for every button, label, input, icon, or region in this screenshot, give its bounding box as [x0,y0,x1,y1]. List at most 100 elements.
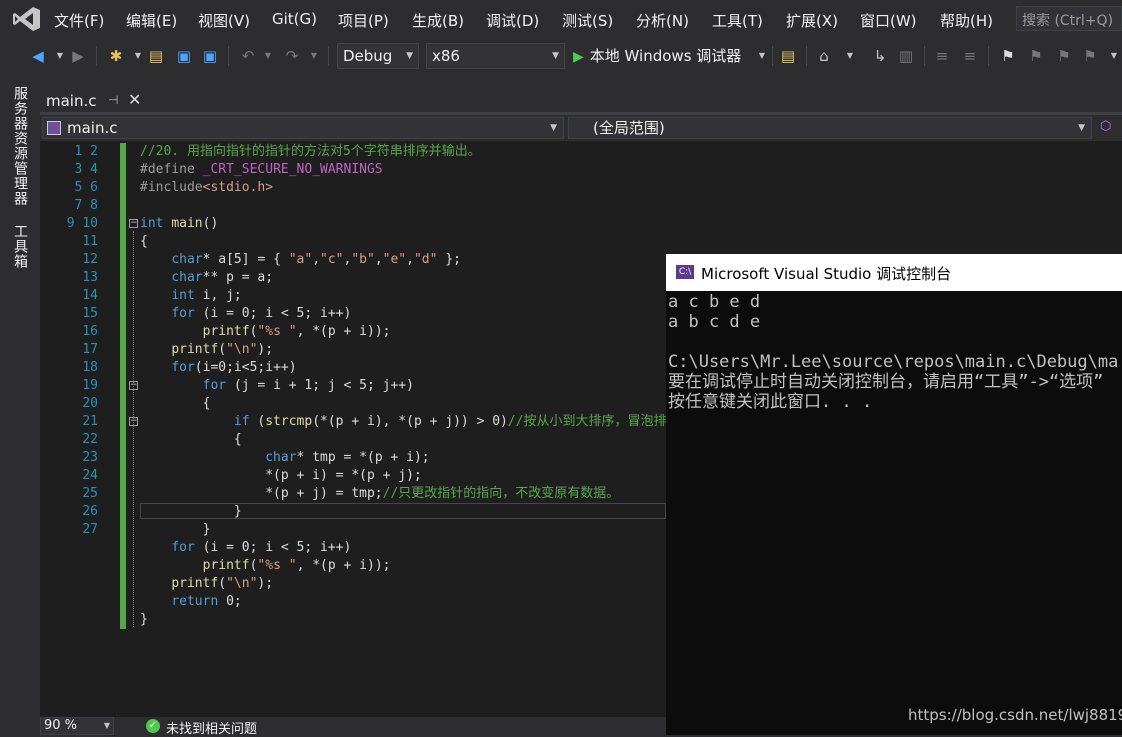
uncomment-icon[interactable]: ≡ [960,46,980,66]
toolbar-separator [772,46,773,66]
menu-edit[interactable]: 编辑(E) [126,10,177,31]
menu-build[interactable]: 生成(B) [412,10,464,31]
code-line[interactable]: for (i = 0; i < 5; i++) [140,305,680,323]
open-folder-icon[interactable]: ▤ [146,46,166,66]
run-dropdown-icon[interactable]: ▼ [752,46,772,66]
tab-server-explorer[interactable]: 服务器资源管理器 [10,86,30,206]
clear-bookmarks-icon[interactable]: ⚑ [1080,46,1100,66]
browser-dropdown-icon[interactable]: ▼ [840,46,860,66]
new-dropdown-icon[interactable]: ▼ [128,46,148,66]
menu-extensions[interactable]: 扩展(X) [786,10,838,31]
next-bookmark-icon[interactable]: ⚑ [1054,46,1074,66]
menu-test[interactable]: 测试(S) [562,10,613,31]
search-input[interactable]: 搜索 (Ctrl+Q) [1016,6,1122,31]
visual-studio-logo-icon[interactable] [12,5,42,33]
issues-status[interactable]: 未找到相关问题 [166,718,257,737]
global-scope-select[interactable]: (全局范围) ▼ [568,117,1092,139]
code-token: "b" [351,252,375,267]
code-line[interactable]: *(p + j) = tmp;//只更改指针的指向，不改变原有数据。 [140,485,680,503]
redo-icon[interactable]: ↷ [282,46,302,66]
close-icon[interactable]: ✕ [128,90,141,109]
code-line[interactable]: { [140,395,680,413]
member-icon[interactable]: ⬡ [1100,119,1111,134]
code-line[interactable]: //20. 用指向指针的指针的方法对5个字符串排序并输出。 [140,143,680,161]
file-scope-select[interactable]: main.c ▼ [42,117,564,139]
menu-debug[interactable]: 调试(D) [486,10,539,31]
save-icon[interactable]: ▣ [174,46,194,66]
code-line[interactable]: printf("%s ", *(p + i)); [140,323,680,341]
code-line[interactable]: #include<stdio.h> [140,179,680,197]
debug-console-window[interactable]: C:\ Microsoft Visual Studio 调试控制台 a c b … [666,254,1122,735]
code-line[interactable]: for (j = i + 1; j < 5; j++) [140,377,680,395]
run-debugger-button[interactable]: ▶ 本地 Windows 调试器 [573,43,741,69]
code-token: (i = 0; i < 5; i++) [194,540,352,555]
tab-toolbox[interactable]: 工具箱 [10,224,30,269]
prev-bookmark-icon[interactable]: ⚑ [1026,46,1046,66]
comment-out-icon[interactable]: ≡ [932,46,952,66]
code-token: , [406,252,414,267]
code-token: (*(p + i), *(p + j)) > 0) [312,414,508,429]
back-dropdown-icon[interactable]: ▼ [50,46,70,66]
code-line[interactable]: if (strcmp(*(p + i), *(p + j)) > 0)//按从小… [140,413,680,431]
menu-view[interactable]: 视图(V) [198,10,250,31]
code-text[interactable]: //20. 用指向指针的指针的方法对5个字符串排序并输出。 #define _CR… [140,143,680,629]
toolbar-overflow-icon[interactable]: ▼ [1104,46,1122,66]
code-line[interactable]: return 0; [140,593,680,611]
menu-window[interactable]: 窗口(W) [860,10,917,31]
code-line[interactable]: printf("%s ", *(p + i)); [140,557,680,575]
save-all-icon[interactable]: ▣ [200,46,220,66]
open-in-explorer-icon[interactable]: ▤ [778,46,798,66]
browser-icon[interactable]: ⌂ [814,46,834,66]
code-token: int [140,216,172,231]
code-line[interactable]: { [140,233,680,251]
code-token: printf [202,558,250,573]
outline-guide [133,231,135,627]
menu-analyze[interactable]: 分析(N) [636,10,689,31]
code-line[interactable]: char** p = a; [140,269,680,287]
menu-git[interactable]: Git(G) [272,10,317,28]
code-token: "e" [382,252,407,267]
tab-main-c[interactable]: main.c ⊣ ✕ [40,88,152,114]
collapse-main-icon[interactable]: − [129,219,138,228]
code-line[interactable] [140,197,680,215]
code-line[interactable]: int main() [140,215,680,233]
code-line[interactable]: } [140,521,680,539]
watermark-url: https://blog.csdn.net/lwj8819 [908,706,1122,724]
back-icon[interactable]: ◀ [28,46,48,66]
redo-dropdown-icon[interactable]: ▼ [304,46,324,66]
menu-tools[interactable]: 工具(T) [712,10,763,31]
code-line[interactable]: int i, j; [140,287,680,305]
configuration-select[interactable]: Debug ▼ [337,43,419,69]
pin-icon[interactable]: ⊣ [108,93,118,107]
code-line[interactable]: { [140,431,680,449]
code-line[interactable]: } [140,503,680,521]
code-token: "d" [413,252,438,267]
menu-project[interactable]: 项目(P) [338,10,389,31]
code-line[interactable]: } [140,611,680,629]
layout-icon[interactable]: ▥ [896,46,916,66]
code-line[interactable]: char* a[5] = { "a","c","b","e","d" }; [140,251,680,269]
menu-file[interactable]: 文件(F) [54,10,104,31]
forward-icon[interactable]: ▶ [68,46,88,66]
undo-dropdown-icon[interactable]: ▼ [258,46,278,66]
code-line[interactable]: for (i = 0; i < 5; i++) [140,539,680,557]
document-tab-strip: main.c ⊣ ✕ [40,88,1122,114]
code-line[interactable]: char* tmp = *(p + i); [140,449,680,467]
zoom-select[interactable]: 90 % ▼ [40,717,114,735]
platform-select[interactable]: x86 ▼ [426,43,565,69]
new-project-icon[interactable]: ✱ [106,46,126,66]
code-line[interactable]: printf("\n"); [140,575,680,593]
step-icon[interactable]: ↳ [870,46,890,66]
undo-icon[interactable]: ↶ [238,46,258,66]
code-line[interactable]: printf("\n"); [140,341,680,359]
code-token: for [202,378,227,393]
console-title-bar[interactable]: C:\ Microsoft Visual Studio 调试控制台 [666,254,1122,291]
code-line[interactable]: *(p + i) = *(p + j); [140,467,680,485]
code-token: * tmp = *(p + i); [296,450,430,465]
bookmark-icon[interactable]: ⚑ [998,46,1018,66]
code-line[interactable]: #define _CRT_SECURE_NO_WARNINGS [140,161,680,179]
menu-help[interactable]: 帮助(H) [940,10,993,31]
code-line[interactable]: for(i=0;i<5;i++) [140,359,680,377]
